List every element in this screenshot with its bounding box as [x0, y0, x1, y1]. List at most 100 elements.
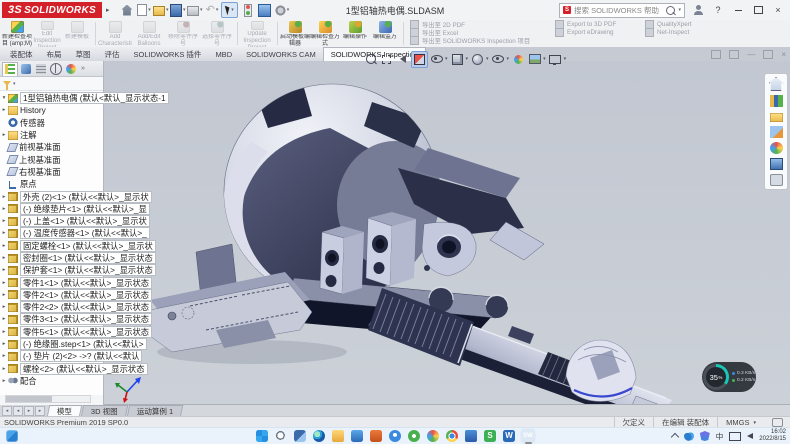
scrollbar-thumb[interactable] [6, 396, 52, 402]
dynamic-annotation-button[interactable] [429, 52, 444, 67]
expand-arrow-icon[interactable]: ▸ [0, 218, 8, 224]
ribbon-menu-item[interactable]: Export to 3D PDF [555, 21, 616, 28]
split-pane-icon[interactable] [711, 50, 721, 59]
last-tab-arrow-icon[interactable]: ▸ [35, 406, 45, 416]
ribbon-button[interactable]: 编辑监方 [370, 20, 400, 47]
ribbon-menu-item[interactable]: 导出至 2D PDF [410, 21, 530, 28]
zoom-to-fit-button[interactable] [363, 52, 378, 67]
ribbon-button[interactable]: 新建模板 [62, 20, 92, 47]
security-shield-icon[interactable] [700, 431, 710, 441]
tree-item[interactable]: 传感器 [0, 117, 103, 129]
tree-item[interactable]: ▸ (-) 上盖<1> (默认<<默认>_显示状 [0, 215, 103, 227]
taskbar-app-icon[interactable] [332, 430, 344, 442]
taskbar-app-icon[interactable]: S [484, 430, 496, 442]
ribbon-button[interactable]: Add Characteristic [98, 20, 132, 47]
tree-item[interactable]: ▸ History [0, 104, 103, 116]
more-tabs-chevron-icon[interactable]: » [81, 65, 85, 72]
tab-property-manager[interactable] [19, 62, 33, 75]
help-button[interactable]: ? [711, 4, 725, 16]
file-explorer-icon[interactable] [770, 113, 783, 122]
ribbon-button[interactable]: 选择零件序号 [200, 20, 234, 47]
graphics-area[interactable] [104, 61, 790, 405]
taskbar-app-icon[interactable] [294, 430, 306, 442]
taskbar-app-icon[interactable] [313, 430, 325, 442]
taskbar-app-icon[interactable]: W [503, 430, 515, 442]
doc-close-icon[interactable]: × [781, 50, 786, 59]
print-button[interactable]: ▾ [187, 3, 202, 17]
tree-filter-row[interactable]: ▾ [0, 77, 103, 91]
ime-indicator[interactable]: 中 [716, 431, 724, 442]
rebuild-button[interactable] [240, 3, 255, 17]
tab-display-manager[interactable] [64, 62, 78, 75]
select-tool-button[interactable]: ▾ [221, 2, 238, 18]
expand-arrow-icon[interactable]: ▸ [0, 194, 8, 200]
edit-appearance-button[interactable] [511, 52, 526, 67]
ribbon-menu-item[interactable]: 导出至 SOLIDWORKS Inspection 项目 [410, 37, 530, 44]
ribbon-button[interactable]: 编辑操作 [340, 20, 370, 47]
undo-button[interactable]: ↶▾ [204, 3, 219, 17]
ribbon-menu-item[interactable]: QualityXpert [645, 21, 692, 28]
tree-item[interactable]: ▸ 零件5<1> (默认<<默认>_显示状态 [0, 326, 103, 338]
resources-home-icon[interactable] [769, 77, 784, 91]
tree-item[interactable]: ▸ 零件1<1> (默认<<默认>_显示状态 [0, 276, 103, 288]
tree-root-item[interactable]: ▾ 1型铝轴热电偶 (默认<默认_显示状态-1 [0, 92, 103, 104]
expand-arrow-icon[interactable]: ▸ [0, 292, 8, 298]
expand-arrow-icon[interactable]: ▸ [0, 107, 8, 113]
tree-item[interactable]: ▸ 零件2<1> (默认<<默认>_显示状态 [0, 289, 103, 301]
ribbon-button[interactable]: Add/Edit Balloons [132, 20, 166, 47]
ribbon-tab[interactable]: SOLIDWORKS 插件 [127, 47, 209, 61]
tree-item[interactable]: ▸ (-) 绝缘垫片<1> (默认<<默认>_显 [0, 203, 103, 215]
model-3d[interactable] [104, 61, 790, 405]
view-orientation-button[interactable] [450, 52, 465, 67]
tree-item[interactable]: 前视基准面 [0, 141, 103, 153]
ribbon-button[interactable]: 新建检查项目 (amp;M) [2, 20, 32, 47]
tab-configuration-manager[interactable] [34, 62, 48, 75]
tree-item[interactable]: ▸ 保护套<1> (默认<<默认>_显示状态 [0, 264, 103, 276]
taskbar-app-icon[interactable] [465, 430, 477, 442]
expand-arrow-icon[interactable]: ▸ [0, 304, 8, 310]
expand-arrow-icon[interactable]: ▸ [0, 316, 8, 322]
close-button[interactable]: × [771, 4, 785, 16]
expand-arrow-icon[interactable]: ▸ [0, 267, 8, 273]
expand-arrow-icon[interactable]: ▸ [0, 132, 8, 138]
expand-arrow-icon[interactable]: ▸ [0, 329, 8, 335]
tab-featuremanager-tree[interactable] [2, 62, 18, 76]
display-style-button[interactable] [470, 52, 485, 67]
forum-icon[interactable] [770, 174, 783, 186]
first-tab-arrow-icon[interactable]: ◂ [2, 406, 12, 416]
tree-item[interactable]: ▸ 螺栓<2> (默认<<默认>_显示状态 [0, 363, 103, 375]
view-palette-icon[interactable] [770, 126, 783, 138]
minimize-button[interactable] [731, 4, 745, 16]
display-tray-icon[interactable] [729, 432, 741, 441]
taskbar-clock[interactable]: 16:02 2022/8/15 [759, 429, 786, 443]
ribbon-button[interactable]: Edit Inspection Project [32, 20, 62, 47]
file-properties-button[interactable] [257, 3, 272, 17]
ribbon-menu-item[interactable]: Export eDrawing [555, 29, 616, 36]
tree-item[interactable]: ▸ 注解 [0, 129, 103, 141]
taskbar-app-icon[interactable]: SW [522, 430, 534, 442]
taskbar-app-icon[interactable] [351, 430, 363, 442]
speaker-icon[interactable] [747, 433, 753, 439]
home-button[interactable] [119, 3, 134, 17]
ribbon-tab[interactable]: 草图 [69, 47, 98, 61]
hide-show-items-button[interactable] [491, 52, 506, 67]
ribbon-button[interactable]: Update Inspection Project [240, 20, 274, 47]
taskbar-app-icon[interactable] [275, 430, 287, 442]
tree-item[interactable]: 上视基准面 [0, 153, 103, 165]
new-document-button[interactable]: ▾ [136, 3, 151, 17]
taskbar-app-icon[interactable] [427, 430, 439, 442]
view-settings-button[interactable] [548, 52, 563, 67]
prev-tab-arrow-icon[interactable]: ◂ [13, 406, 23, 416]
help-search-input[interactable]: S 搜索 SOLIDWORKS 帮助 ▾ [559, 3, 685, 18]
expand-arrow-icon[interactable]: ▾ [0, 95, 8, 101]
ribbon-tab[interactable]: SOLIDWORKS CAM [239, 47, 323, 61]
ribbon-tab[interactable]: 装配体 [3, 47, 40, 61]
apply-scene-button[interactable] [527, 52, 542, 67]
next-tab-arrow-icon[interactable]: ▸ [24, 406, 34, 416]
zoom-to-area-button[interactable] [379, 52, 394, 67]
custom-properties-icon[interactable] [770, 158, 783, 170]
tree-item[interactable]: ▸ 配合 [0, 375, 103, 387]
widgets-icon[interactable] [6, 430, 18, 442]
search-icon[interactable] [666, 6, 675, 15]
expand-arrow-icon[interactable]: ▸ [0, 243, 8, 249]
